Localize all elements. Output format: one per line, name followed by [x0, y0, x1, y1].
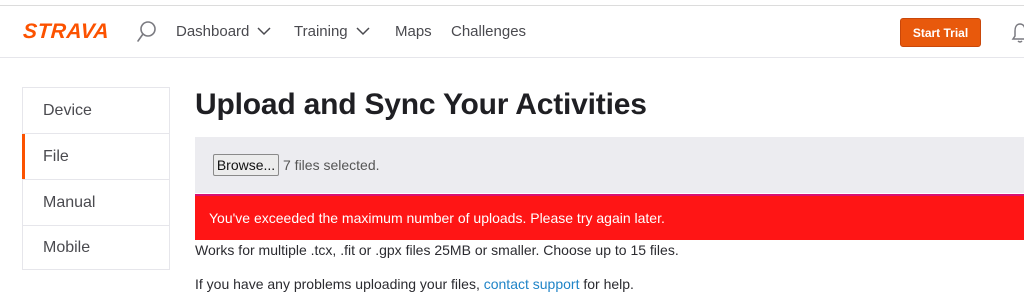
sidebar-item-device[interactable]: Device: [23, 88, 169, 134]
site-header: STRAVA Dashboard Training Maps Challenge…: [0, 6, 1024, 58]
nav-dashboard-label: Dashboard: [176, 23, 250, 40]
sidebar-item-label: Device: [43, 101, 92, 119]
chevron-down-icon: [356, 27, 370, 36]
file-upload-panel: Browse... 7 files selected.: [195, 137, 1024, 193]
help-suffix: for help.: [579, 276, 634, 292]
sidebar-item-file[interactable]: File: [22, 134, 169, 180]
help-prefix: If you have any problems uploading your …: [195, 276, 484, 292]
chevron-down-icon: [257, 27, 271, 36]
strava-logo[interactable]: STRAVA: [22, 20, 110, 44]
nav-maps-label: Maps: [395, 23, 432, 40]
page: STRAVA Dashboard Training Maps Challenge…: [0, 0, 1024, 307]
nav-challenges[interactable]: Challenges: [451, 23, 526, 40]
sidebar-item-manual[interactable]: Manual: [23, 180, 169, 226]
contact-support-link[interactable]: contact support: [484, 276, 580, 292]
sidebar-item-mobile[interactable]: Mobile: [23, 226, 169, 270]
files-selected-text: 7 files selected.: [283, 157, 380, 173]
nav-training-label: Training: [294, 23, 348, 40]
help-text: If you have any problems uploading your …: [195, 276, 634, 292]
sidebar-item-label: File: [43, 147, 69, 165]
error-banner: You've exceeded the maximum number of up…: [195, 194, 1024, 240]
nav-maps[interactable]: Maps: [395, 23, 432, 40]
file-requirements-text: Works for multiple .tcx, .fit or .gpx fi…: [195, 242, 679, 258]
browse-button[interactable]: Browse...: [213, 154, 279, 176]
bell-icon[interactable]: [1011, 22, 1024, 44]
search-icon[interactable]: [136, 20, 158, 44]
nav-challenges-label: Challenges: [451, 23, 527, 40]
sidebar-item-label: Mobile: [43, 239, 91, 256]
nav-training[interactable]: Training: [294, 23, 370, 40]
sidebar-item-label: Manual: [43, 193, 96, 211]
page-title: Upload and Sync Your Activities: [195, 88, 647, 121]
nav-dashboard[interactable]: Dashboard: [176, 23, 271, 40]
upload-method-nav: Device File Manual Mobile: [22, 87, 170, 270]
error-message: You've exceeded the maximum number of up…: [209, 210, 665, 226]
start-trial-button[interactable]: Start Trial: [900, 18, 981, 47]
